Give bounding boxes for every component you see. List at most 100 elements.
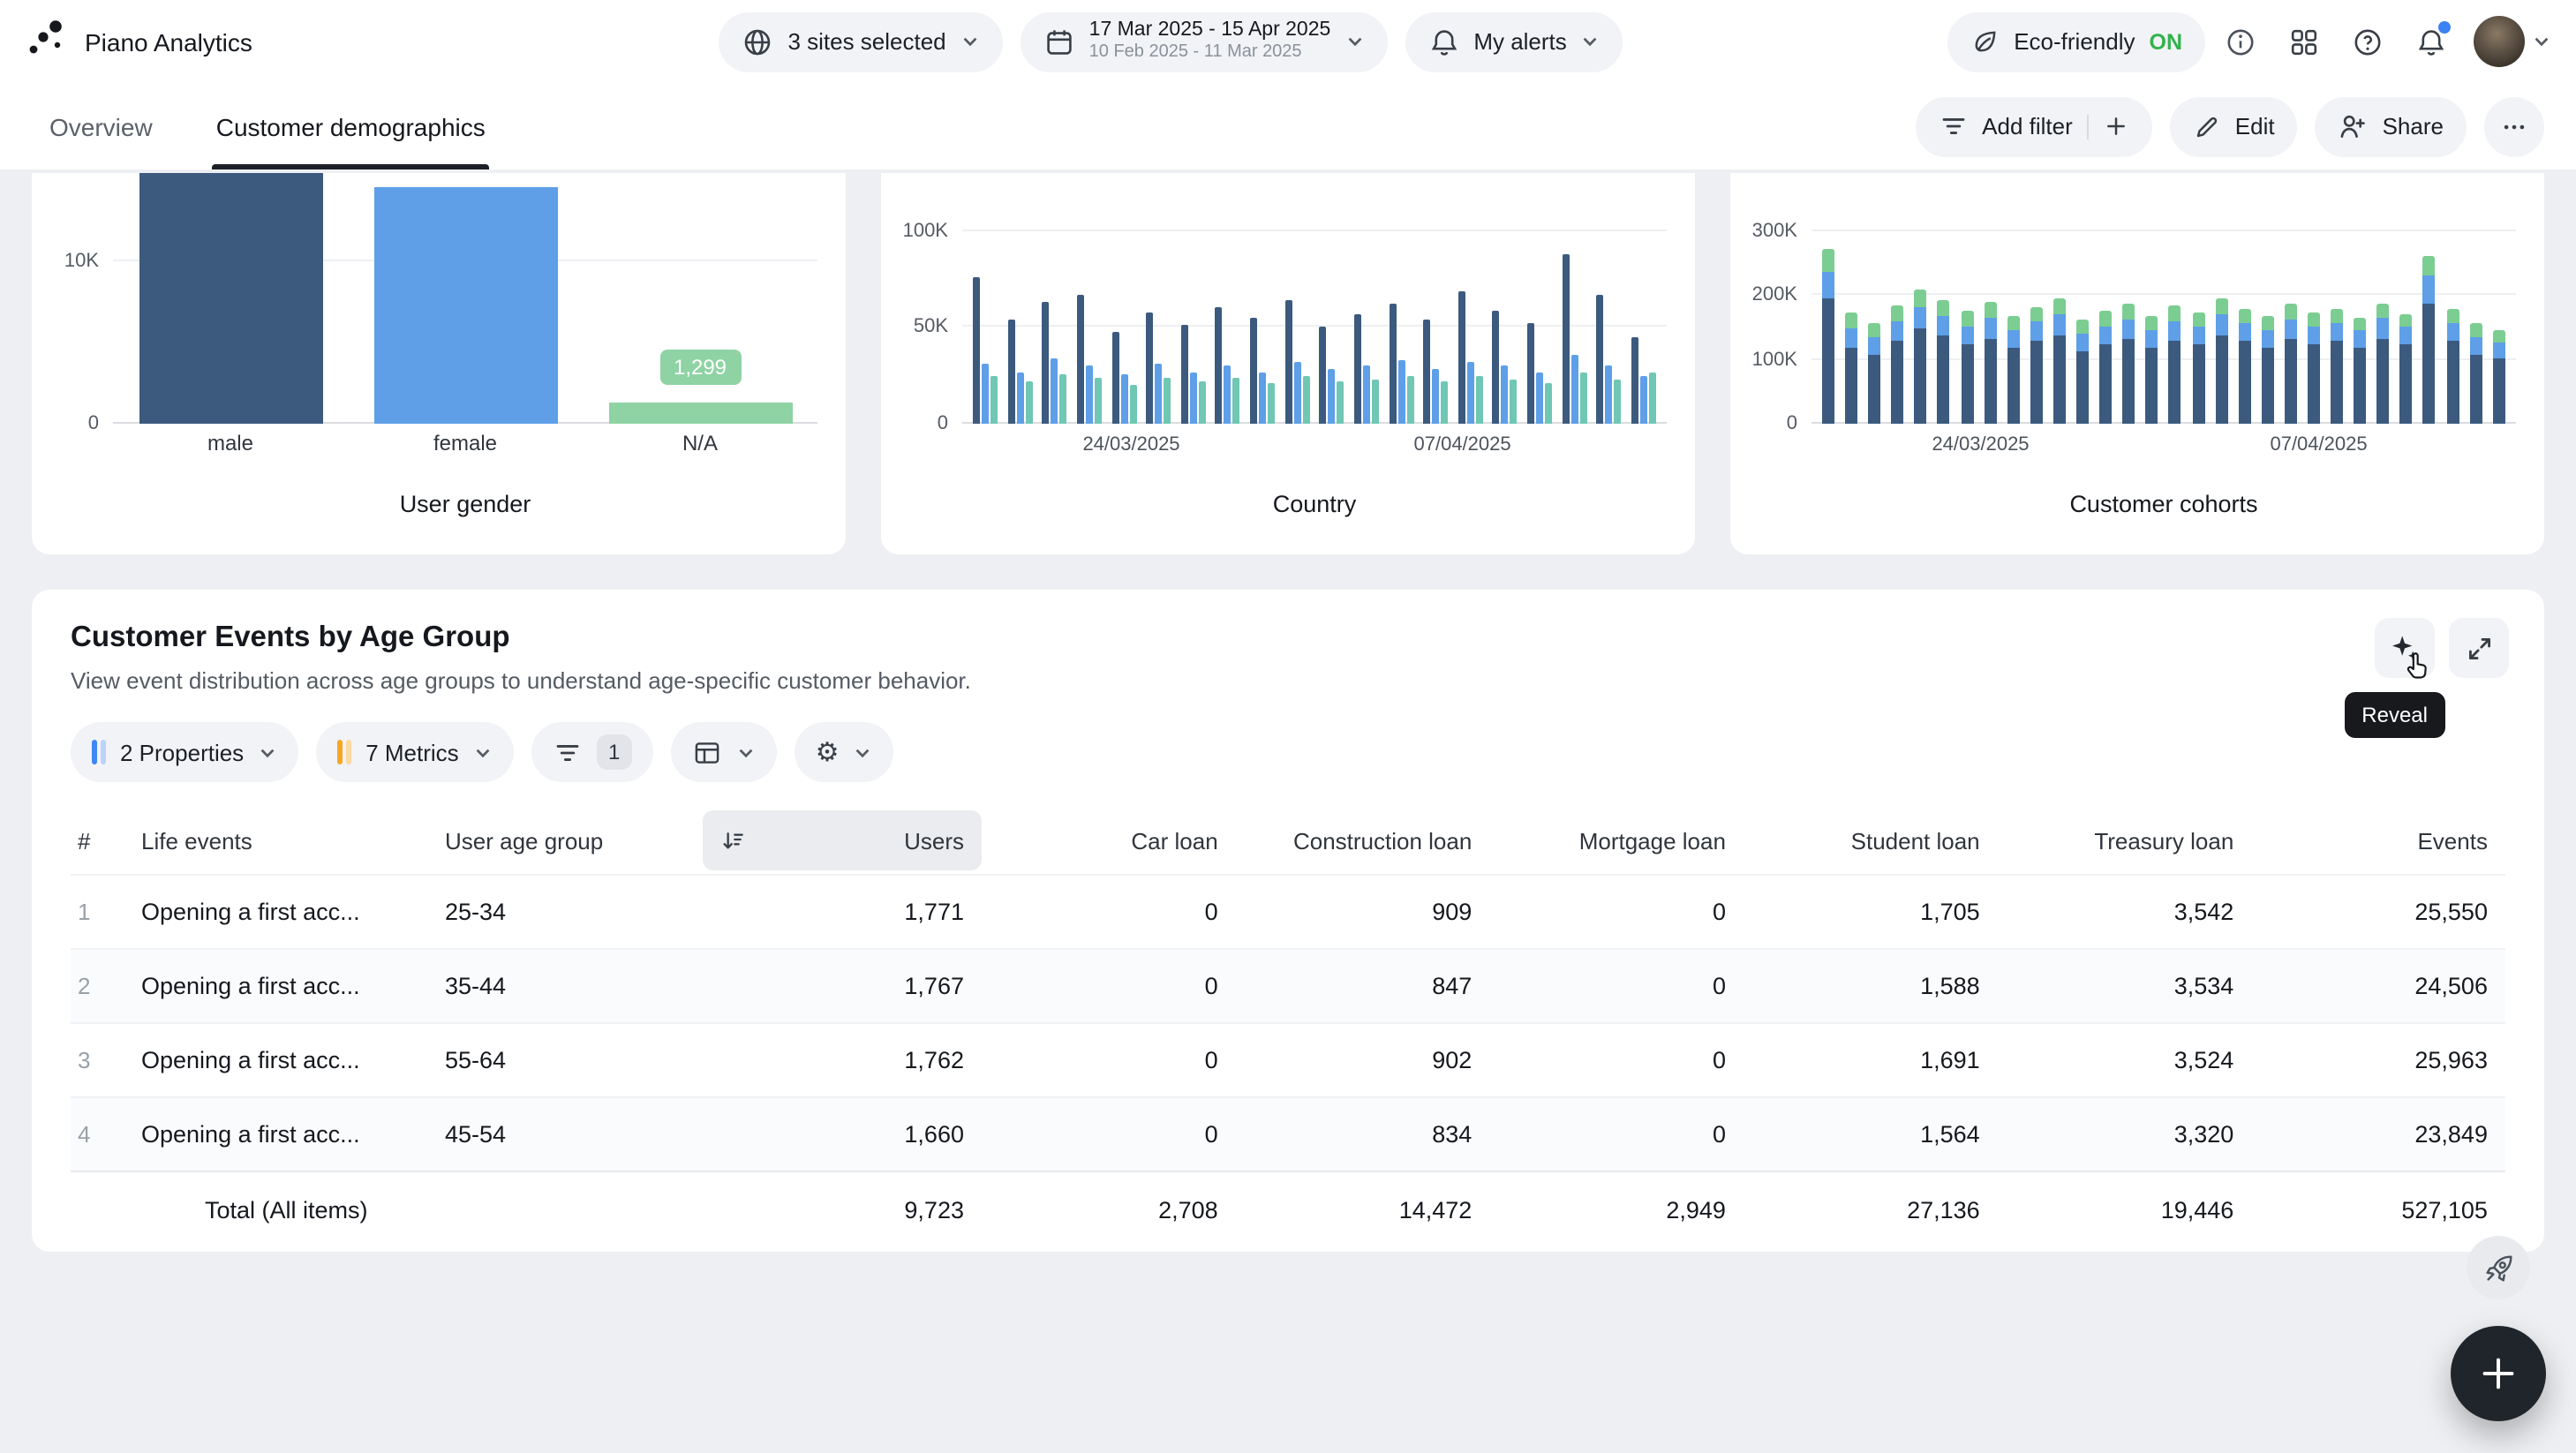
series-bar [1268,383,1275,424]
series-bar [1337,381,1344,424]
stacked-bar [2492,330,2504,424]
stack-segment [1892,305,1904,321]
more-options-button[interactable] [2484,96,2544,156]
chevron-down-icon [1344,32,1364,51]
date-range-picker[interactable]: 17 Mar 2025 - 15 Apr 2025 10 Feb 2025 - … [1021,11,1388,72]
stack-segment [1938,316,1950,335]
stack-segment [2262,330,2274,348]
my-alerts-button[interactable]: My alerts [1405,11,1623,72]
table-total-row: Total (All items)9,7232,70814,4722,94927… [71,1171,2505,1248]
column-header-events[interactable]: Events [2251,827,2505,854]
column-header-mortgage-loan[interactable]: Mortgage loan [1489,827,1744,854]
info-button[interactable] [2212,13,2269,70]
cell: 0 [982,1121,1236,1148]
series-bar [1060,373,1067,424]
edit-label: Edit [2235,113,2275,139]
notifications-button[interactable] [2403,13,2459,70]
series-bar [1190,372,1197,424]
tab-customer-demographics[interactable]: Customer demographics [216,83,486,169]
series-bar [1493,310,1500,424]
stack-segment [2192,344,2204,424]
bar-group [1631,337,1656,424]
plus-icon [2103,113,2129,139]
stack-segment [1984,302,1996,318]
bar-slot [348,173,583,424]
stack-segment [1845,328,1857,348]
share-button[interactable]: Share [2316,96,2467,156]
series-bar [1562,254,1569,424]
piano-analytics-logo[interactable] [25,16,67,67]
chart-title: User gender [113,491,817,517]
series-bar [1649,372,1656,424]
cell: Opening a first acc... [134,973,438,999]
table-toolbar: 2 Properties 7 Metrics 1 ⚙ [71,722,2505,782]
stack-segment [2354,348,2366,424]
edit-button[interactable]: Edit [2170,96,2298,156]
date-range-comparison: 10 Feb 2025 - 11 Mar 2025 [1089,43,1302,64]
metrics-chip[interactable]: 7 Metrics [316,722,513,782]
help-button[interactable] [2339,13,2396,70]
sites-selector[interactable]: 3 sites selected [719,11,1002,72]
stack-segment [2030,307,2043,322]
add-filter-button[interactable]: Add filter [1915,96,2152,156]
mouse-cursor [2399,648,2435,692]
table-row[interactable]: 4Opening a first acc...45-541,660083401,… [71,1096,2505,1171]
create-new-button[interactable] [2451,1326,2546,1421]
reveal-tooltip: Reveal [2344,692,2445,738]
y-tick-label: 100K [903,221,948,242]
table-row[interactable]: 2Opening a first acc...35-441,767084701,… [71,948,2505,1022]
properties-chip[interactable]: 2 Properties [71,722,298,782]
table-row[interactable]: 3Opening a first acc...55-641,762090201,… [71,1022,2505,1096]
stack-segment [2030,322,2043,342]
column-header-car-loan[interactable]: Car loan [982,827,1236,854]
cell: 1,588 [1744,973,1998,999]
gear-icon: ⚙ [816,739,840,765]
total-cell: 527,105 [2251,1197,2505,1223]
cell: 834 [1236,1121,1490,1148]
stack-segment [2308,344,2320,424]
cell: 1,762 [703,1047,982,1073]
view-table-chip[interactable] [671,722,777,782]
column-header-treasury-loan[interactable]: Treasury loan [1998,827,2252,854]
series-bar [1423,320,1430,424]
stack-segment [1938,300,1950,316]
filter-chip[interactable]: 1 [531,722,653,782]
stack-segment [2377,303,2390,318]
stack-segment [2192,312,2204,327]
x-tick-label: 24/03/2025 [1932,434,2029,455]
charts-row: 010K 1,299 malefemaleN/A User gender 050… [32,173,2544,554]
rocket-button[interactable] [2467,1236,2530,1299]
stack-segment [2377,319,2390,339]
user-menu-button[interactable] [2474,16,2551,67]
column-header-users[interactable]: Users [703,810,982,870]
bar-slot [113,173,348,424]
table-header: #Life eventsUser age groupUsersCar loanC… [71,807,2505,874]
eco-friendly-toggle[interactable]: Eco-friendly ON [1947,11,2205,72]
series-bar [973,277,980,424]
column-header-construction-loan[interactable]: Construction loan [1236,827,1490,854]
stack-segment [1915,307,1927,329]
bar-value-label: 1,299 [659,350,741,385]
chart-bars: 1,299 [113,173,817,424]
apps-menu-button[interactable] [2276,13,2332,70]
series-bar [1640,375,1647,424]
expand-button[interactable] [2449,618,2509,678]
column-header-student-loan[interactable]: Student loan [1744,827,1998,854]
column-header-user-age-group[interactable]: User age group [438,827,703,854]
more-dots-icon [2500,112,2528,140]
stack-segment [1845,313,1857,328]
column-header-life-events[interactable]: Life events [134,827,438,854]
properties-label: 2 Properties [120,739,244,765]
bar-group [973,277,998,424]
series-bar [1510,380,1518,424]
table-row[interactable]: 1Opening a first acc...25-341,771090901,… [71,874,2505,948]
settings-chip[interactable]: ⚙ [795,722,894,782]
help-icon [2352,26,2384,57]
stack-segment [2076,320,2089,334]
cell: Opening a first acc... [134,1121,438,1148]
tab-overview[interactable]: Overview [49,83,153,169]
top-bar: Piano Analytics 3 sites selected 17 Mar … [0,0,2576,83]
cell: Opening a first acc... [134,1047,438,1073]
bar-group [1043,302,1067,424]
stack-segment [2053,315,2066,335]
